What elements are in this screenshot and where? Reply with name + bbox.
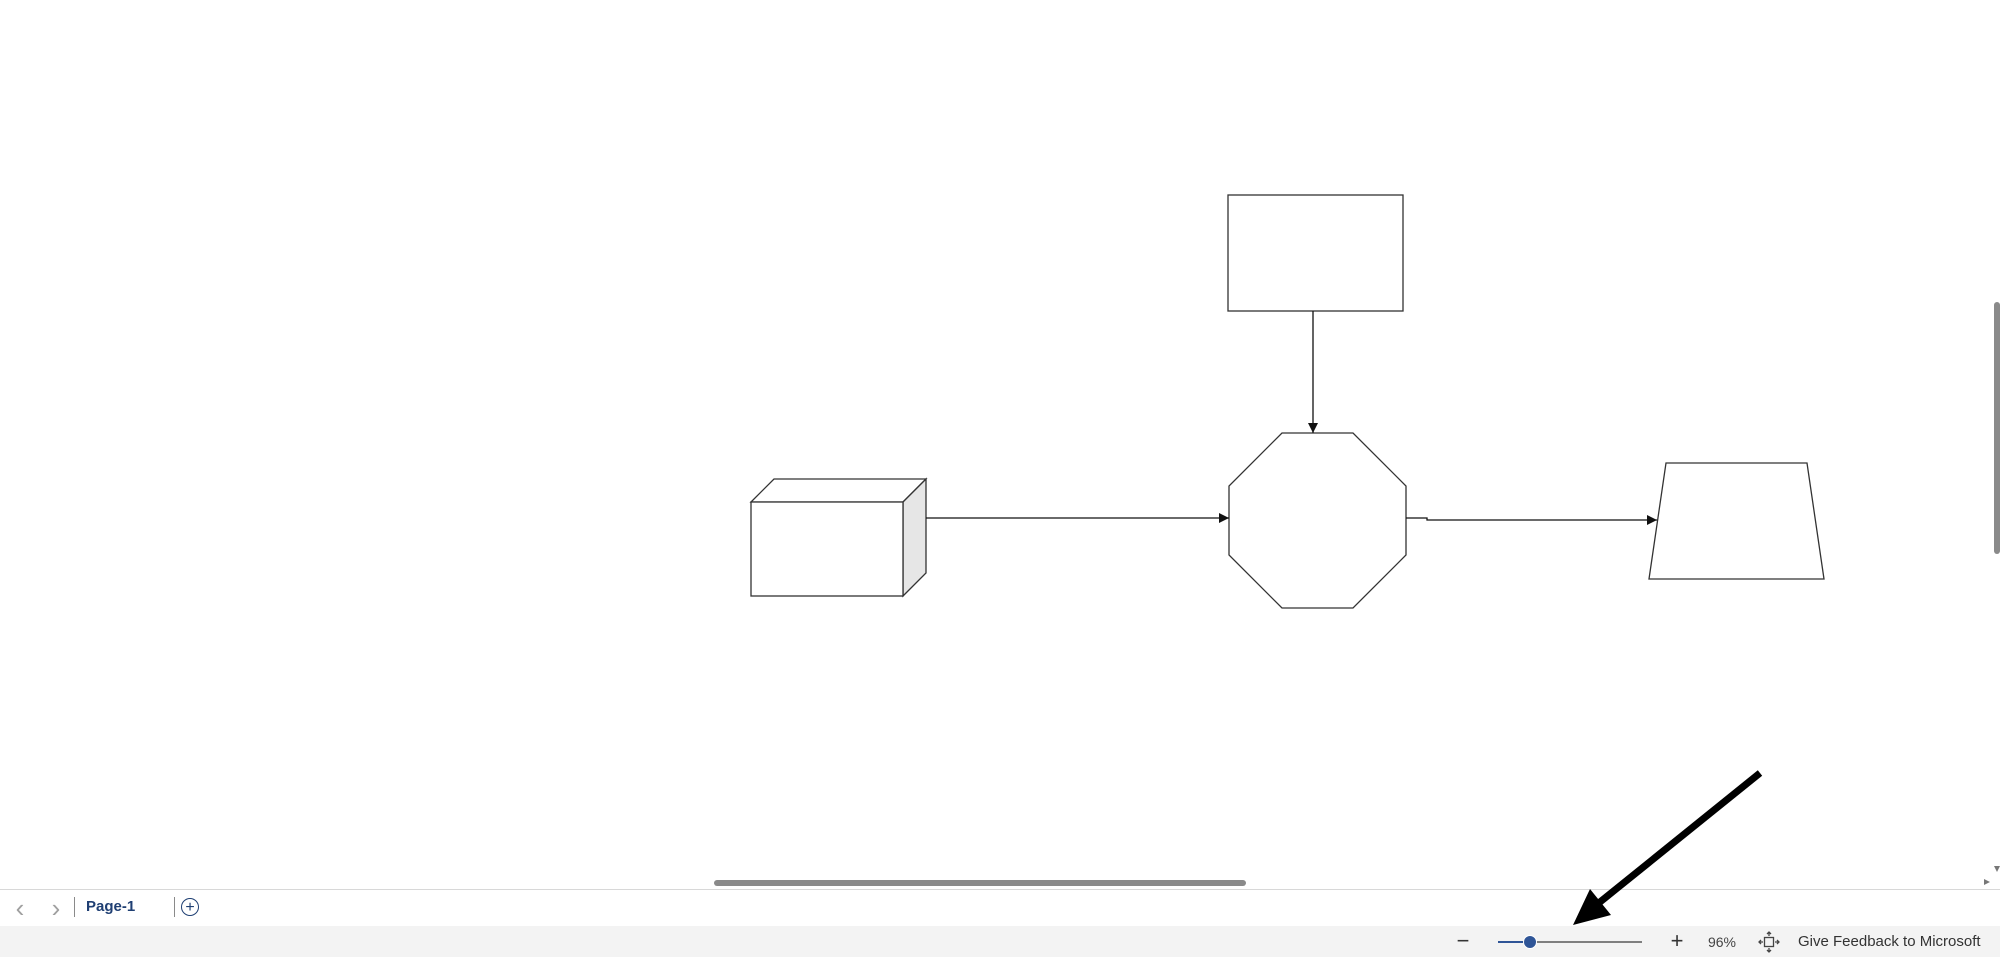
cube-shape[interactable]: [749, 477, 928, 598]
trapezoid-shape[interactable]: [1648, 462, 1825, 580]
zoom-level[interactable]: 96%: [1702, 933, 1742, 951]
plus-circle-icon[interactable]: +: [181, 898, 199, 916]
chevron-left-icon[interactable]: ‹: [6, 894, 34, 922]
drawing-canvas[interactable]: [0, 0, 1992, 884]
zoom-slider-thumb[interactable]: [1522, 935, 1537, 949]
minus-icon[interactable]: −: [1452, 929, 1474, 953]
zoom-slider[interactable]: [1498, 932, 1642, 952]
tab-page-1[interactable]: Page-1: [78, 896, 143, 918]
scroll-down-arrow-icon[interactable]: [1994, 866, 2000, 872]
give-feedback-link[interactable]: Give Feedback to Microsoft: [1798, 933, 1981, 951]
diagram: [749, 194, 1825, 609]
fit-to-window-icon[interactable]: [1758, 931, 1780, 953]
vertical-scrollbar[interactable]: [1992, 0, 2000, 884]
horizontal-scrollbar-thumb[interactable]: [714, 880, 1246, 886]
plus-icon[interactable]: +: [1666, 929, 1688, 953]
tab-divider: [174, 897, 175, 917]
rectangle-shape[interactable]: [1227, 194, 1404, 312]
connector-octagon-to-trapezoid[interactable]: [1406, 515, 1657, 525]
status-bar: − + 96% Give Feedback to Microsoft: [0, 926, 2000, 957]
chevron-right-icon[interactable]: ›: [42, 894, 70, 922]
horizontal-scrollbar[interactable]: [0, 876, 1992, 888]
tab-divider: [74, 897, 75, 917]
vertical-scrollbar-thumb[interactable]: [1994, 302, 2000, 554]
octagon-shape[interactable]: [1228, 432, 1407, 609]
scroll-right-arrow-icon[interactable]: [1984, 879, 1990, 885]
page-tabs-bar: ‹ › Page-1 +: [0, 889, 2000, 926]
